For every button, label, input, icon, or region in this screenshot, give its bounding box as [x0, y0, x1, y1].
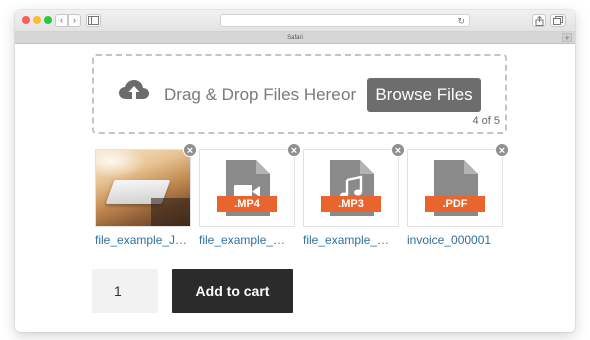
- file-item: .MP3 × file_example_MP3: [303, 143, 405, 248]
- file-preview: ×: [95, 143, 197, 227]
- remove-file-button[interactable]: ×: [495, 143, 509, 157]
- share-icon: [535, 15, 543, 26]
- cloud-upload-icon: [119, 80, 149, 100]
- image-thumbnail: [96, 150, 190, 226]
- file-item: .MP4 × file_example_MP4: [199, 143, 301, 248]
- sidebar-toggle-button[interactable]: [86, 14, 101, 27]
- remove-file-button[interactable]: ×: [183, 143, 197, 157]
- new-tab-button[interactable]: +: [562, 33, 572, 43]
- address-bar[interactable]: ↻: [220, 14, 470, 27]
- dropzone-or-label: or: [341, 85, 357, 104]
- share-button[interactable]: [532, 14, 546, 27]
- remove-file-button[interactable]: ×: [287, 143, 301, 157]
- browse-files-button[interactable]: Browse Files: [367, 78, 481, 112]
- sidebar-icon: [88, 16, 99, 25]
- file-type-badge: .MP3: [321, 196, 381, 212]
- tab-title[interactable]: Safari: [287, 35, 303, 41]
- zoom-window-button[interactable]: [44, 16, 52, 24]
- chevron-right-icon: ›: [73, 15, 76, 25]
- file-item: × file_example_JPG: [95, 143, 197, 248]
- back-button[interactable]: ‹: [55, 14, 68, 27]
- minimize-window-button[interactable]: [33, 16, 41, 24]
- remove-file-button[interactable]: ×: [391, 143, 405, 157]
- dropzone-label: Drag & Drop Files Here: [164, 85, 341, 104]
- chevron-left-icon: ‹: [60, 15, 63, 25]
- show-tabs-button[interactable]: [550, 14, 566, 27]
- reload-icon[interactable]: ↻: [457, 15, 465, 27]
- file-list: × file_example_JPG .MP4 × file_example_M…: [95, 143, 515, 259]
- file-name-link[interactable]: file_example_MP4: [199, 232, 295, 248]
- close-window-button[interactable]: [22, 16, 30, 24]
- add-to-cart-button[interactable]: Add to cart: [172, 269, 293, 313]
- file-type-badge: .PDF: [425, 196, 485, 212]
- file-item: .PDF × invoice_000001: [407, 143, 509, 248]
- quantity-input[interactable]: 1: [92, 269, 158, 313]
- title-bar: ‹ › ↻: [15, 10, 575, 32]
- forward-button[interactable]: ›: [68, 14, 81, 27]
- file-type-badge: .MP4: [217, 196, 277, 212]
- file-preview: .PDF ×: [407, 143, 509, 227]
- file-name-link[interactable]: invoice_000001: [407, 232, 503, 248]
- file-counter: 4 of 5: [472, 115, 500, 127]
- file-name-link[interactable]: file_example_MP3: [303, 232, 399, 248]
- tabs-icon: [553, 16, 563, 25]
- file-name-link[interactable]: file_example_JPG: [95, 232, 191, 248]
- file-dropzone[interactable]: Drag & Drop Files Here or Browse Files 4…: [92, 54, 507, 134]
- browser-window: ‹ › ↻ Safari + Drag & Drop Files Here or…: [15, 10, 575, 332]
- file-preview: .MP3 ×: [303, 143, 405, 227]
- file-preview: .MP4 ×: [199, 143, 301, 227]
- tab-bar: Safari +: [15, 32, 575, 44]
